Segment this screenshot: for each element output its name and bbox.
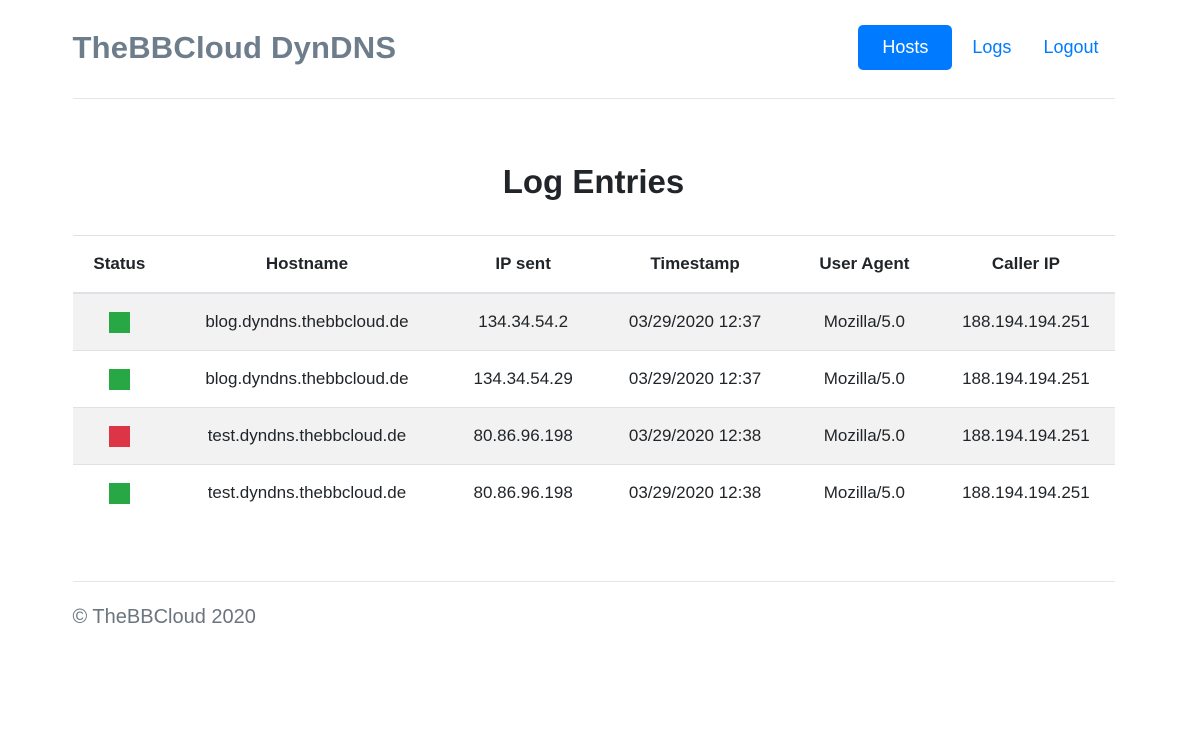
user-agent-cell: Mozilla/5.0	[791, 293, 937, 351]
table-row: blog.dyndns.thebbcloud.de 134.34.54.29 0…	[73, 351, 1115, 408]
caller-ip-cell: 188.194.194.251	[937, 465, 1114, 522]
table-body: blog.dyndns.thebbcloud.de 134.34.54.2 03…	[73, 293, 1115, 521]
status-cell	[73, 351, 167, 408]
table-header-row: Status Hostname IP sent Timestamp User A…	[73, 236, 1115, 294]
status-cell	[73, 465, 167, 522]
main-content: Log Entries Status Hostname IP sent Time…	[73, 161, 1115, 521]
nav-logs-link[interactable]: Logs	[956, 25, 1027, 70]
timestamp-cell: 03/29/2020 12:37	[599, 351, 792, 408]
status-indicator-success-icon	[109, 312, 130, 333]
column-header-caller-ip: Caller IP	[937, 236, 1114, 294]
status-indicator-success-icon	[109, 483, 130, 504]
nav-hosts-button[interactable]: Hosts	[858, 25, 952, 70]
column-header-timestamp: Timestamp	[599, 236, 792, 294]
status-indicator-error-icon	[109, 426, 130, 447]
ip-sent-cell: 134.34.54.29	[448, 351, 599, 408]
user-agent-cell: Mozilla/5.0	[791, 408, 937, 465]
timestamp-cell: 03/29/2020 12:38	[599, 408, 792, 465]
footer-divider	[73, 581, 1115, 582]
hostname-cell: test.dyndns.thebbcloud.de	[166, 408, 447, 465]
user-agent-cell: Mozilla/5.0	[791, 351, 937, 408]
ip-sent-cell: 134.34.54.2	[448, 293, 599, 351]
app-title: TheBBCloud DynDNS	[73, 30, 397, 66]
page-container: TheBBCloud DynDNS Hosts Logs Logout Log …	[73, 0, 1115, 629]
footer-copyright: © TheBBCloud 2020	[73, 606, 1115, 629]
table-row: test.dyndns.thebbcloud.de 80.86.96.198 0…	[73, 465, 1115, 522]
status-indicator-success-icon	[109, 369, 130, 390]
table-row: test.dyndns.thebbcloud.de 80.86.96.198 0…	[73, 408, 1115, 465]
hostname-cell: blog.dyndns.thebbcloud.de	[166, 293, 447, 351]
user-agent-cell: Mozilla/5.0	[791, 465, 937, 522]
page-footer: © TheBBCloud 2020	[73, 581, 1115, 629]
ip-sent-cell: 80.86.96.198	[448, 408, 599, 465]
nav-logout-link[interactable]: Logout	[1027, 25, 1114, 70]
main-nav: Hosts Logs Logout	[858, 25, 1114, 70]
column-header-ip-sent: IP sent	[448, 236, 599, 294]
hostname-cell: blog.dyndns.thebbcloud.de	[166, 351, 447, 408]
caller-ip-cell: 188.194.194.251	[937, 408, 1114, 465]
column-header-hostname: Hostname	[166, 236, 447, 294]
status-cell	[73, 293, 167, 351]
status-cell	[73, 408, 167, 465]
caller-ip-cell: 188.194.194.251	[937, 293, 1114, 351]
ip-sent-cell: 80.86.96.198	[448, 465, 599, 522]
table-row: blog.dyndns.thebbcloud.de 134.34.54.2 03…	[73, 293, 1115, 351]
page-title: Log Entries	[73, 161, 1115, 202]
timestamp-cell: 03/29/2020 12:38	[599, 465, 792, 522]
hostname-cell: test.dyndns.thebbcloud.de	[166, 465, 447, 522]
log-entries-table: Status Hostname IP sent Timestamp User A…	[73, 235, 1115, 521]
top-bar: TheBBCloud DynDNS Hosts Logs Logout	[73, 0, 1115, 99]
timestamp-cell: 03/29/2020 12:37	[599, 293, 792, 351]
caller-ip-cell: 188.194.194.251	[937, 351, 1114, 408]
column-header-status: Status	[73, 236, 167, 294]
column-header-user-agent: User Agent	[791, 236, 937, 294]
